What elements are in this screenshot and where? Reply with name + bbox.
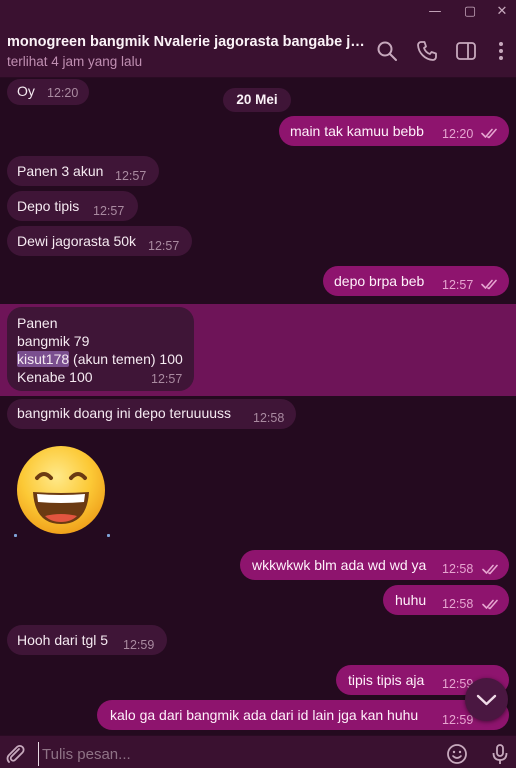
chat-header[interactable]: monogreen bangmik Nvalerie jagorasta ban… xyxy=(0,24,516,78)
date-separator: 20 Mei xyxy=(223,88,291,112)
chat-status: terlihat 4 jam yang lalu xyxy=(7,54,143,69)
message-bubble-outgoing[interactable]: huhu 12:58 xyxy=(383,585,509,615)
chat-title[interactable]: monogreen bangmik Nvalerie jagorasta ban… xyxy=(7,34,369,50)
message-bubble-outgoing[interactable]: kalo ga dari bangmik ada dari id lain jg… xyxy=(97,700,509,730)
window-titlebar: — ▢ ✕ xyxy=(0,0,516,24)
message-time: 12:57 xyxy=(151,372,183,386)
message-text: Panen 3 akun xyxy=(17,163,104,179)
message-line: kisut178 (akun temen) 100 xyxy=(17,350,183,368)
close-button[interactable]: ✕ xyxy=(488,3,516,21)
message-time: 12:57 xyxy=(148,239,180,253)
message-text: wkkwkwk blm ada wd wd ya xyxy=(252,557,427,573)
message-bubble-outgoing[interactable]: main tak kamuu bebb 12:20 xyxy=(279,116,509,146)
double-check-icon xyxy=(481,127,499,139)
message-bubble-incoming[interactable]: bangmik doang ini depo teruuuuss 12:58 xyxy=(7,399,296,429)
message-time: 12:58 xyxy=(442,597,474,611)
grinning-face-emoji[interactable] xyxy=(13,442,109,538)
sticker-shadow-dot xyxy=(107,534,110,537)
message-bubble-incoming[interactable]: Panen 3 akun 12:57 xyxy=(7,156,159,186)
double-check-icon xyxy=(481,278,499,290)
double-check-icon xyxy=(482,598,500,610)
message-text: Dewi jagorasta 50k xyxy=(17,233,137,249)
message-time: 12:57 xyxy=(442,278,474,292)
chevron-down-icon xyxy=(476,694,497,706)
microphone-icon[interactable] xyxy=(489,743,511,765)
message-text: Oy xyxy=(17,83,35,99)
emoji-icon[interactable] xyxy=(446,743,468,765)
message-text: Depo tipis xyxy=(17,198,80,214)
message-line-rest: (akun temen) 100 xyxy=(69,351,183,367)
message-bubble-incoming[interactable]: Dewi jagorasta 50k 12:57 xyxy=(7,226,192,256)
message-bubble-incoming[interactable]: Hooh dari tgl 5 12:59 xyxy=(7,625,167,655)
sidebar-icon[interactable] xyxy=(455,40,477,62)
message-text: huhu xyxy=(395,592,427,608)
message-text: tipis tipis aja xyxy=(348,672,425,688)
message-time: 12:58 xyxy=(442,562,474,576)
message-text: Hooh dari tgl 5 xyxy=(17,632,109,648)
message-time: 12:58 xyxy=(253,411,285,425)
message-bubble-incoming[interactable]: Depo tipis 12:57 xyxy=(7,191,138,221)
highlighted-word: kisut178 xyxy=(17,351,70,367)
maximize-button[interactable]: ▢ xyxy=(456,3,484,21)
message-bubble-outgoing[interactable]: wkkwkwk blm ada wd wd ya 12:58 xyxy=(240,550,509,580)
sticker-shadow-dot xyxy=(14,534,17,537)
message-time: 12:59 xyxy=(442,713,474,727)
attach-icon[interactable] xyxy=(4,743,26,765)
message-bubble-incoming[interactable]: Panen bangmik 79 kisut178 (akun temen) 1… xyxy=(7,307,194,391)
message-bubble-outgoing[interactable]: depo brpa beb 12:57 xyxy=(323,266,509,296)
scroll-to-bottom-button[interactable] xyxy=(465,678,508,721)
message-line: bangmik 79 xyxy=(17,333,90,349)
message-time: 12:59 xyxy=(123,638,155,652)
search-icon[interactable] xyxy=(376,40,398,62)
message-list[interactable]: Oy 12:20 20 Mei main tak kamuu bebb 12:2… xyxy=(0,78,516,735)
message-time: 12:20 xyxy=(442,127,474,141)
minimize-button[interactable]: — xyxy=(421,3,449,21)
message-input[interactable] xyxy=(38,742,428,766)
message-text: depo brpa beb xyxy=(334,273,425,289)
message-composer xyxy=(0,735,516,768)
more-icon[interactable] xyxy=(490,40,512,62)
message-line: Panen xyxy=(17,315,58,331)
message-time: 12:20 xyxy=(47,86,79,100)
phone-icon[interactable] xyxy=(416,40,438,62)
message-text: bangmik doang ini depo teruuuuss xyxy=(17,405,232,421)
message-time: 12:57 xyxy=(115,169,147,183)
message-bubble-incoming[interactable]: Oy 12:20 xyxy=(7,79,89,105)
message-text: main tak kamuu bebb xyxy=(290,123,424,139)
message-time: 12:57 xyxy=(93,204,125,218)
message-line: Kenabe 100 xyxy=(17,369,93,385)
message-text: kalo ga dari bangmik ada dari id lain jg… xyxy=(110,707,419,723)
double-check-icon xyxy=(482,563,500,575)
